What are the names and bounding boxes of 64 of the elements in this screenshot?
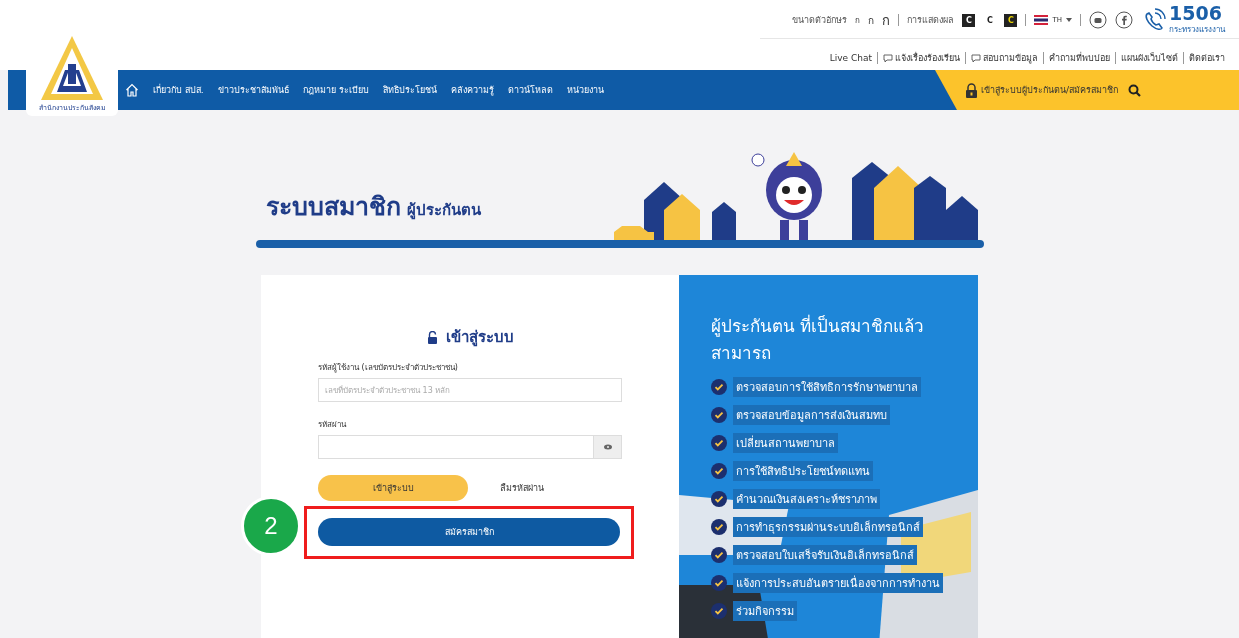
benefit-item: แจ้งการประสบอันตรายเนื่องจากการทำงาน [733, 573, 943, 594]
hotline-number: 1506 [1169, 4, 1223, 23]
eye-icon [603, 444, 612, 450]
nav-link[interactable]: สิทธิประโยชน์ [382, 83, 437, 97]
benefits-title: ผู้ประกันตน ที่เป็นสมาชิกแล้ว สามารถ [711, 313, 926, 366]
chat-bubble-icon [883, 53, 893, 63]
contrast-button[interactable]: C [962, 13, 976, 27]
step-badge: 2 [241, 496, 301, 556]
hotline-caption: กระทรวงแรงงาน [1169, 24, 1225, 36]
member-login-link[interactable]: เข้าสู่ระบบผู้ประกันตน/สมัครสมาชิก [965, 82, 1119, 98]
benefit-item: ร่วมกิจกรรม [733, 601, 797, 622]
benefit-item: ตรวจสอบการใช้สิทธิการรักษาพยาบาล [733, 377, 921, 398]
font-size-button[interactable]: ก [855, 13, 861, 27]
nav-link[interactable]: เกี่ยวกับ สปส. [153, 83, 204, 97]
thai-flag-icon [1034, 15, 1049, 25]
nav-link[interactable]: หน่วยงาน [566, 83, 604, 97]
check-circle-icon [711, 575, 727, 592]
home-icon[interactable] [125, 83, 139, 97]
header-link[interactable]: คำถามที่พบบ่อย [1049, 51, 1110, 65]
header-link[interactable]: Live Chat [829, 53, 872, 63]
login-button[interactable]: เข้าสู่ระบบ [318, 475, 468, 501]
benefit-item: ตรวจสอบข้อมูลการส่งเงินสมทบ [733, 405, 890, 426]
check-circle-icon [711, 379, 727, 396]
forgot-password-link[interactable]: ลืมรหัสผ่าน [500, 481, 544, 495]
font-size-button[interactable]: ก [882, 9, 891, 31]
banner-title: ระบบสมาชิก [265, 191, 401, 223]
unlock-icon [426, 330, 438, 344]
header-link[interactable]: แผนผังเว็บไซต์ [1121, 51, 1178, 65]
search-icon[interactable] [1128, 83, 1142, 97]
check-circle-icon [711, 519, 727, 536]
login-title: เข้าสู่ระบบ [445, 327, 514, 349]
password-field[interactable] [318, 435, 622, 459]
font-size-button[interactable]: ก [868, 12, 875, 28]
header-link[interactable]: แจ้งเรื่องร้องเรียน [883, 51, 960, 65]
header-link[interactable]: ติดต่อเรา [1189, 51, 1225, 65]
banner-subtitle: ผู้ประกันตน [406, 200, 481, 222]
check-circle-icon [711, 407, 727, 424]
check-circle-icon [711, 603, 727, 620]
show-password-button[interactable] [593, 436, 621, 458]
check-circle-icon [711, 435, 727, 452]
font-size-label: ขนาดตัวอักษร [792, 14, 848, 27]
lock-icon [965, 82, 978, 98]
check-circle-icon [711, 463, 727, 480]
header-link[interactable]: สอบถามข้อมูล [971, 51, 1038, 65]
benefit-item: เปลี่ยนสถานพยาบาล [733, 433, 838, 454]
nav-link[interactable]: ดาวน์โหลด [507, 83, 553, 97]
chat-bubble-icon [971, 53, 981, 63]
username-field[interactable]: เลขที่บัตรประจำตัวประชาชน 13 หลัก [318, 378, 622, 402]
benefit-item: การใช้สิทธิประโยชน์ทดแทน [733, 461, 873, 482]
caret-icon [1066, 18, 1072, 22]
nav-link[interactable]: กฎหมาย ระเบียบ [302, 83, 369, 97]
password-label: รหัสผ่าน [318, 419, 348, 431]
benefit-item: คำนวณเงินสงเคราะห์ชราภาพ [733, 489, 880, 510]
check-circle-icon [711, 547, 727, 564]
nav-link[interactable]: คลังความรู้ [450, 83, 494, 97]
benefit-item: การทำธุรกรรมผ่านระบบอิเล็กทรอนิกส์ [733, 517, 923, 538]
contrast-label: การแสดงผล [907, 14, 955, 27]
check-circle-icon [711, 491, 727, 508]
register-button[interactable]: สมัครสมาชิก [318, 518, 620, 546]
facebook-icon[interactable] [1115, 11, 1133, 29]
nav-link[interactable]: ข่าวประชาสัมพันธ์ [217, 83, 289, 97]
benefit-item: ตรวจสอบใบเสร็จรับเงินอิเล็กทรอนิกส์ [733, 545, 917, 566]
username-label: รหัสผู้ใช้งาน (เลขบัตรประจำตัวประชาชน) [318, 362, 459, 374]
contrast-button[interactable]: C [1004, 13, 1018, 27]
